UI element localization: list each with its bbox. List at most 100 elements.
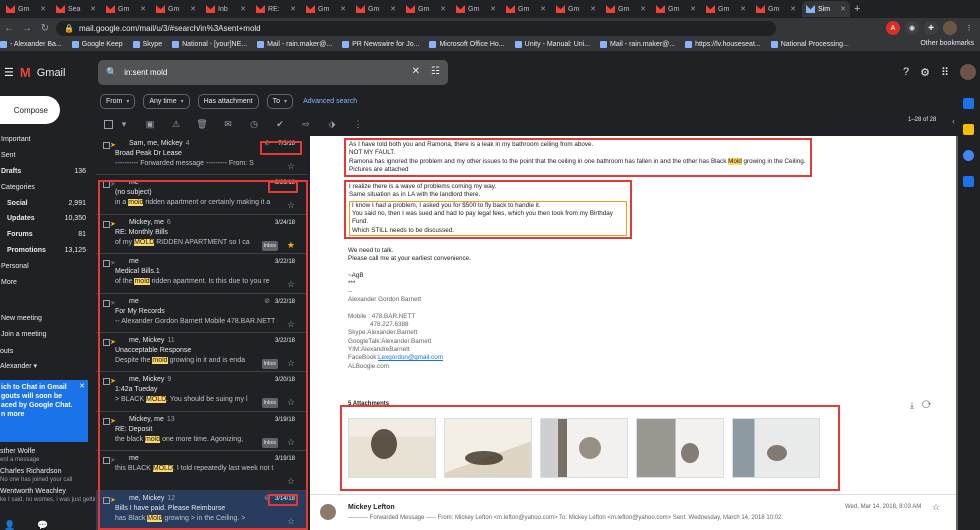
- reload-icon[interactable]: ↻: [36, 23, 54, 34]
- row-checkbox[interactable]: [103, 496, 110, 504]
- close-tab-icon[interactable]: ✕: [740, 5, 746, 13]
- contacts-icon[interactable]: [963, 176, 974, 187]
- compose-button[interactable]: Compose: [0, 96, 60, 124]
- browser-tab[interactable]: Gm ✕: [352, 1, 400, 17]
- close-tab-icon[interactable]: ✕: [390, 5, 396, 13]
- close-tab-icon[interactable]: ✕: [340, 5, 346, 13]
- contact-item[interactable]: sther Wolfe ent a message: [0, 448, 92, 464]
- inbox-label-badge[interactable]: Inbox: [261, 437, 278, 448]
- account-avatar[interactable]: [960, 64, 976, 80]
- close-tab-icon[interactable]: ✕: [490, 5, 496, 13]
- browser-tab[interactable]: Gm ✕: [2, 1, 50, 17]
- to-filter-chip[interactable]: To ▾: [266, 93, 294, 109]
- join-meeting-link[interactable]: Join a meeting: [0, 326, 92, 342]
- browser-tab[interactable]: Sim ✕: [802, 1, 850, 17]
- time-filter-chip[interactable]: Any time ▾: [143, 93, 190, 109]
- email-row[interactable]: ➤ me this BLACK MOLD. I told repeatedly la…: [96, 451, 308, 491]
- attachment-thumbnail[interactable]: [444, 418, 532, 478]
- bookmark-item[interactable]: Microsoft Office Ho...: [429, 41, 505, 48]
- inbox-label-badge[interactable]: Inbox: [261, 240, 278, 251]
- email-row[interactable]: ➤ me, Mickey 12 Bills I have paid. Please R…: [96, 490, 308, 530]
- close-icon[interactable]: ✕: [79, 382, 85, 391]
- more-icon[interactable]: ⋮: [351, 119, 365, 129]
- sidebar-item-categories[interactable]: Categories: [0, 179, 92, 195]
- star-icon[interactable]: ☆: [287, 397, 295, 407]
- row-checkbox[interactable]: [103, 220, 110, 228]
- email-row[interactable]: ➤ me Medical Bills.1 of the mold ridden apa…: [96, 254, 308, 294]
- row-checkbox[interactable]: [103, 142, 110, 149]
- person-icon[interactable]: 👤: [4, 520, 15, 530]
- puzzle-icon[interactable]: ✚: [924, 21, 938, 35]
- mark-read-icon[interactable]: ✉: [221, 119, 235, 129]
- importance-marker-icon[interactable]: ➤: [110, 180, 116, 190]
- advanced-search-link[interactable]: Advanced search: [303, 98, 357, 105]
- email-row[interactable]: ➤ Mickey, me 13 RE: Deposit the black mold o…: [96, 412, 308, 452]
- attachment-filter-chip[interactable]: Has attachment: [197, 93, 259, 109]
- star-icon[interactable]: ★: [287, 240, 295, 250]
- star-icon[interactable]: ☆: [287, 476, 295, 486]
- save-to-drive-icon[interactable]: ⟳: [922, 400, 940, 410]
- browser-tab[interactable]: Gm ✕: [502, 1, 550, 17]
- report-spam-icon[interactable]: ⚠: [169, 119, 183, 129]
- star-icon[interactable]: ☆: [932, 502, 940, 513]
- star-icon[interactable]: ☆: [287, 161, 295, 171]
- bookmark-item[interactable]: PR Newswire for Jo...: [342, 41, 419, 48]
- close-tab-icon[interactable]: ✕: [640, 5, 646, 13]
- label-icon[interactable]: ⬗: [325, 119, 339, 129]
- back-icon[interactable]: ←: [0, 23, 18, 34]
- sidebar-item-personal[interactable]: Personal: [0, 258, 92, 274]
- menu-icon[interactable]: ☰: [4, 66, 14, 79]
- forward-icon[interactable]: →: [18, 23, 36, 34]
- help-icon[interactable]: ?: [903, 66, 909, 78]
- star-icon[interactable]: ☆: [287, 516, 295, 526]
- settings-gear-icon[interactable]: ⚙: [920, 66, 930, 79]
- bookmark-item[interactable]: National Processing...: [770, 41, 849, 48]
- email-row[interactable]: ➤ Mickey, me 6 RE: Monthly Bills of my MOLD …: [96, 215, 308, 255]
- close-tab-icon[interactable]: ✕: [540, 5, 546, 13]
- bookmark-item[interactable]: https://lv.houseseat...: [685, 41, 761, 48]
- browser-tab[interactable]: Gm ✕: [152, 1, 200, 17]
- chevron-down-icon[interactable]: ▾: [117, 119, 131, 129]
- sidebar-item-drafts[interactable]: Drafts 136: [0, 164, 92, 180]
- other-bookmarks[interactable]: Other bookmarks: [920, 40, 974, 47]
- close-tab-icon[interactable]: ✕: [240, 5, 246, 13]
- star-icon[interactable]: ☆: [287, 358, 295, 368]
- browser-tab[interactable]: Gm ✕: [552, 1, 600, 17]
- importance-marker-icon[interactable]: ➤: [110, 456, 116, 466]
- attachment-thumbnail[interactable]: [636, 418, 724, 478]
- chat-bubble-icon[interactable]: 💬: [37, 520, 48, 530]
- sidebar-item-more[interactable]: More: [0, 274, 92, 290]
- close-tab-icon[interactable]: ✕: [190, 5, 196, 13]
- star-icon[interactable]: ☆: [287, 437, 295, 447]
- hangouts-user[interactable]: Alexander ▾: [0, 362, 37, 370]
- apps-grid-icon[interactable]: ⠿: [941, 66, 949, 79]
- bookmark-item[interactable]: National - [your]NE...: [172, 41, 247, 48]
- clear-search-icon[interactable]: ✕: [412, 66, 420, 77]
- bookmark-item[interactable]: Mail - rain.maker@...: [600, 41, 675, 48]
- signature-line[interactable]: ALBoogie.com: [348, 363, 908, 371]
- email-row[interactable]: ➤ me (no subject) in a mold ridden apartmen…: [96, 175, 308, 215]
- row-checkbox[interactable]: [103, 338, 110, 346]
- browser-tab[interactable]: Gm ✕: [652, 1, 700, 17]
- browser-tab[interactable]: Gm ✕: [102, 1, 150, 17]
- bookmark-item[interactable]: - Alexander Ba...: [0, 41, 62, 48]
- close-tab-icon[interactable]: ✕: [140, 5, 146, 13]
- importance-marker-icon[interactable]: ➤: [110, 377, 116, 387]
- browser-tab[interactable]: Gm ✕: [702, 1, 750, 17]
- attachment-thumbnail[interactable]: [348, 418, 436, 478]
- gmail-logo[interactable]: ☰ M Gmail: [4, 65, 65, 80]
- close-tab-icon[interactable]: ✕: [840, 5, 846, 13]
- close-tab-icon[interactable]: ✕: [90, 5, 96, 13]
- extension-icon[interactable]: ◉: [905, 21, 919, 35]
- browser-tab[interactable]: Sea ✕: [52, 1, 100, 17]
- new-meeting-link[interactable]: New meeting: [0, 310, 92, 326]
- browser-tab[interactable]: Inb ✕: [202, 1, 250, 17]
- from-filter-chip[interactable]: From ▾: [100, 93, 136, 109]
- contact-item[interactable]: Charles Richardson No one has joined your…: [0, 468, 92, 484]
- sidebar-item-promotions[interactable]: Promotions 13,125: [0, 243, 92, 259]
- calendar-icon[interactable]: [963, 98, 974, 109]
- row-checkbox[interactable]: [103, 378, 110, 386]
- new-tab-icon[interactable]: +: [854, 3, 860, 15]
- select-all-checkbox[interactable]: [104, 119, 113, 129]
- sidebar-item-updates[interactable]: Updates 10,350: [0, 211, 92, 227]
